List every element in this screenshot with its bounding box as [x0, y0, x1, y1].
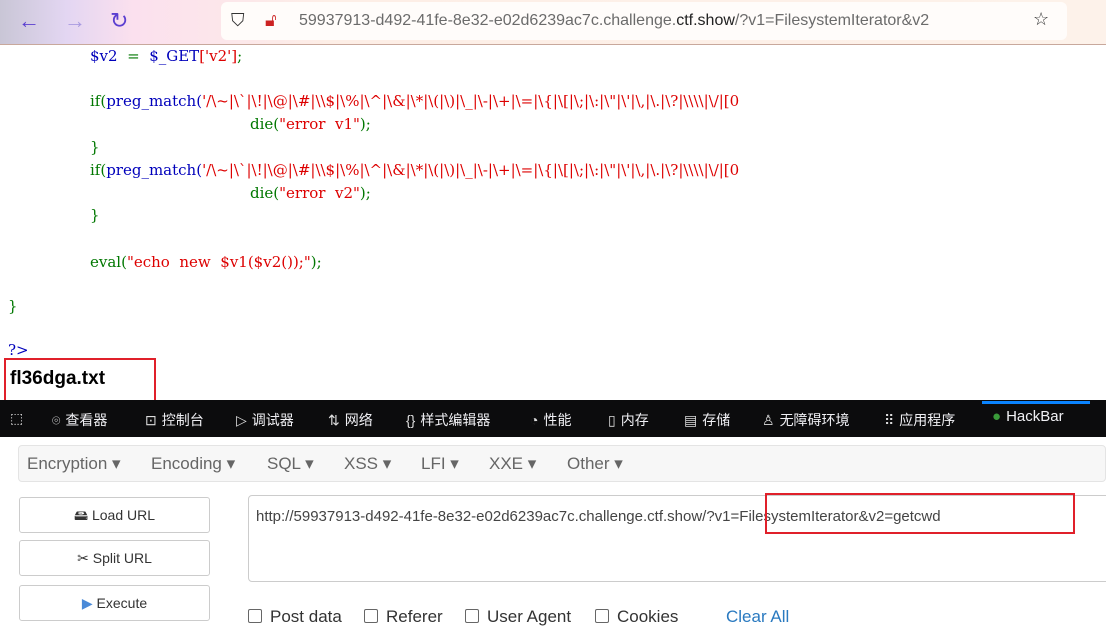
- url-path: /?v1=FilesystemIterator&v2: [734, 12, 930, 29]
- menu-encryption[interactable]: Encryption ▾: [27, 454, 121, 474]
- code-line: }: [8, 297, 18, 315]
- code-line: eval("echo new $v1($v2());");: [90, 253, 322, 271]
- shield-icon[interactable]: ⛉: [231, 10, 245, 31]
- hackbar-menu: Encryption ▾ Encoding ▾ SQL ▾ XSS ▾ LFI …: [18, 445, 1106, 482]
- tab-console[interactable]: ⊡ 控制台: [145, 410, 204, 430]
- code-line: if(preg_match('/\~|\`|\!|\@|\#|\\$|\%|\^…: [90, 161, 740, 179]
- code-line: die("error v2");: [250, 184, 371, 202]
- tab-application[interactable]: ⠿ 应用程序: [884, 410, 955, 430]
- back-icon[interactable]: ←: [18, 8, 40, 34]
- code-line: }: [90, 206, 100, 224]
- tab-inspector[interactable]: ⌾ 查看器: [52, 410, 107, 430]
- tab-memory[interactable]: ▯ 内存: [608, 410, 649, 430]
- code-line: die("error v1");: [250, 115, 371, 133]
- post-data-checkbox[interactable]: Post data: [248, 607, 342, 627]
- code-line: $v2 = $_GET['v2'];: [90, 47, 243, 65]
- play-icon: ▶︎: [81, 595, 93, 611]
- code-line: if(preg_match('/\~|\`|\!|\@|\#|\\$|\%|\^…: [90, 92, 740, 110]
- menu-xss[interactable]: XSS ▾: [344, 454, 391, 474]
- tab-hackbar[interactable]: ● HackBar: [992, 408, 1064, 425]
- star-icon[interactable]: ☆: [1033, 9, 1049, 30]
- highlight-box: [765, 493, 1075, 534]
- menu-sql[interactable]: SQL ▾: [267, 454, 314, 474]
- scissors-icon: ✂︎: [77, 550, 89, 566]
- menu-encoding[interactable]: Encoding ▾: [151, 454, 235, 474]
- reload-icon[interactable]: ↻: [110, 8, 128, 34]
- referer-checkbox[interactable]: Referer: [364, 607, 443, 627]
- url-domain: ctf.show: [676, 12, 735, 29]
- menu-lfi[interactable]: LFI ▾: [421, 454, 459, 474]
- element-picker-icon[interactable]: ⬚: [10, 410, 28, 427]
- split-url-button[interactable]: ✂︎ Split URL: [19, 540, 210, 576]
- clear-all-link[interactable]: Clear All: [726, 607, 789, 627]
- execute-button[interactable]: ▶︎ Execute: [19, 585, 210, 621]
- cookies-checkbox[interactable]: Cookies: [595, 607, 678, 627]
- tab-storage[interactable]: ▤ 存储: [684, 410, 730, 430]
- forward-icon[interactable]: →: [64, 8, 86, 34]
- menu-xxe[interactable]: XXE ▾: [489, 454, 536, 474]
- insecure-lock-icon[interactable]: 🔓︎: [265, 10, 277, 31]
- load-url-icon: 🖴︎: [73, 507, 89, 523]
- browser-toolbar: ← → ↻ 59937913-d492-41fe-8e32-e02d6239ac…: [0, 0, 1106, 45]
- active-tab-indicator: [982, 401, 1090, 404]
- hackbar-panel: Encryption ▾ Encoding ▾ SQL ▾ XSS ▾ LFI …: [0, 437, 1106, 637]
- tab-debugger[interactable]: ▷ 调试器: [236, 410, 294, 430]
- php-source: $v2 = $_GET['v2']; if(preg_match('/\~|\`…: [0, 45, 1106, 400]
- address-bar[interactable]: 59937913-d492-41fe-8e32-e02d6239ac7c.cha…: [221, 2, 1067, 40]
- load-url-button[interactable]: 🖴︎ Load URL: [19, 497, 210, 533]
- tab-performance[interactable]: ◔ 性能: [530, 410, 571, 430]
- code-line: }: [90, 138, 100, 156]
- tab-network[interactable]: ⇅ 网络: [328, 410, 373, 430]
- tab-style-editor[interactable]: {} 样式编辑器: [406, 410, 490, 430]
- devtools-tabbar: ⬚ ⌾ 查看器 ⊡ 控制台 ▷ 调试器 ⇅ 网络 {} 样式编辑器 ◔ 性能 ▯ 内存 ▤ 存储…: [0, 400, 1106, 437]
- code-line: ?>: [8, 341, 29, 359]
- user-agent-checkbox[interactable]: User Agent: [465, 607, 571, 627]
- tab-accessibility[interactable]: ♙ 无障碍环境: [762, 410, 850, 430]
- url-host: 59937913-d492-41fe-8e32-e02d6239ac7c.cha…: [299, 12, 677, 29]
- menu-other[interactable]: Other ▾: [567, 454, 623, 474]
